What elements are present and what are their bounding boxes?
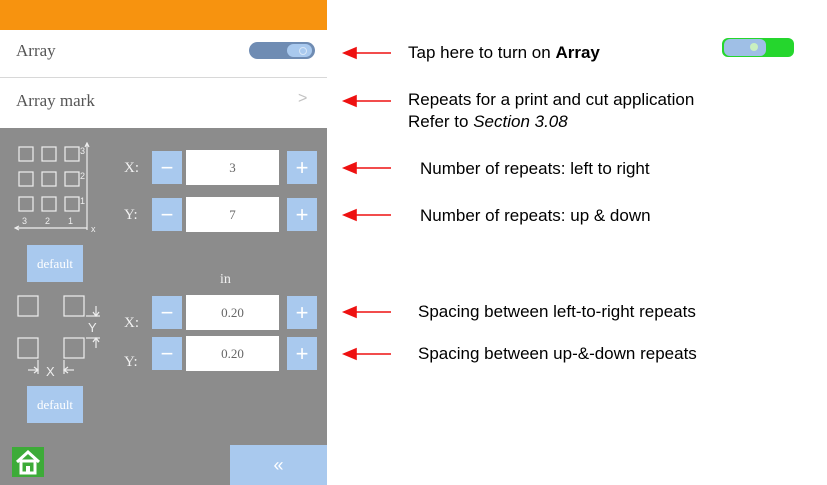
annotation-array-text: Tap here to turn on [408,43,556,62]
sample-toggle-dot [750,43,758,51]
annotation-array-bold: Array [555,43,600,62]
annotation-array-mark-ref: Refer to Section 3.08 [408,112,568,132]
annotation-spacing-x: Spacing between left-to-right repeats [418,302,696,321]
annotation-repeat-y: Number of repeats: up & down [420,206,651,225]
annotation-ref-text: Refer to [408,112,474,131]
annotation-ref-section: Section 3.08 [473,112,568,131]
callout-arrows [341,46,391,361]
annotation-array-mark: Repeats for a print and cut application [408,90,695,109]
annotation-repeat-x: Number of repeats: left to right [420,159,650,178]
annotation-array: Tap here to turn on Array [408,43,600,63]
sample-toggle-on [722,38,794,57]
annotation-spacing-y: Spacing between up-&-down repeats [418,344,697,363]
sample-toggle-knob [724,39,766,56]
